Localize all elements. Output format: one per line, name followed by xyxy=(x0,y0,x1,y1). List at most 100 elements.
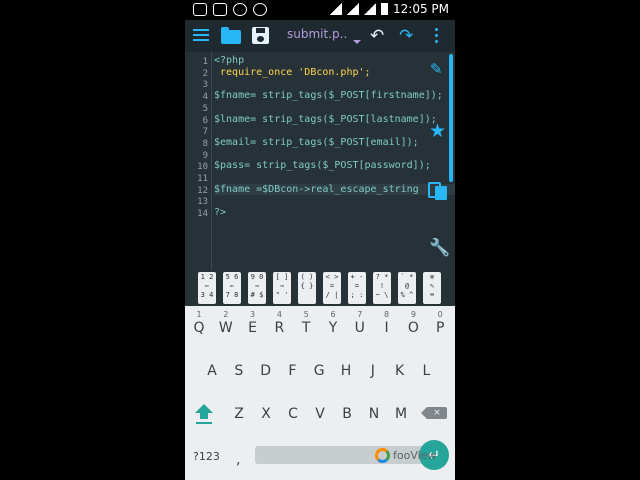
code-line[interactable]: ?> xyxy=(214,207,226,218)
symbol-key[interactable]: 5 6 ⇐ 7 8 xyxy=(223,272,241,304)
code-line[interactable]: <?php xyxy=(214,55,244,66)
key-h[interactable]: h xyxy=(333,351,359,381)
code-line[interactable]: $fname =$DBcon->real_escape_string xyxy=(214,183,455,195)
code-line[interactable]: $email= strip_tags($_POST[email]); xyxy=(214,137,419,148)
key-label: i xyxy=(384,320,389,336)
key-label: v xyxy=(315,406,325,422)
key-label: h xyxy=(340,363,352,379)
key-label: u xyxy=(354,320,365,336)
key-b[interactable]: b xyxy=(334,394,360,424)
file-dropdown-icon[interactable] xyxy=(353,40,361,44)
symbol-key[interactable]: + - = ; : xyxy=(348,272,366,304)
code-area[interactable]: <?php require_once 'DBcon.php'; $fname= s… xyxy=(214,52,455,270)
line-number: 11 xyxy=(197,174,208,184)
save-icon[interactable] xyxy=(252,26,270,46)
key-hint: 9 xyxy=(410,310,416,319)
key-label: a xyxy=(207,363,217,379)
key-c[interactable]: c xyxy=(280,394,306,424)
code-line[interactable]: $lname= strip_tags($_POST[lastname]); xyxy=(214,114,437,125)
symbol-key[interactable]: 9 0 ⇒ # $ xyxy=(248,272,266,304)
backspace-key[interactable]: × xyxy=(421,407,447,419)
chat-notification-icon xyxy=(193,3,207,16)
magic-wand-icon[interactable]: ✎ xyxy=(430,60,443,78)
symbol-key[interactable]: ⊗ ✎ ⌨ xyxy=(423,272,441,304)
key-w[interactable]: 2w xyxy=(213,308,239,338)
key-label: t xyxy=(301,320,311,336)
wrench-icon[interactable]: 🔧 xyxy=(429,238,450,258)
code-editor[interactable]: 1 2 3 4 5 6 7 8 9 10 11 12 13 14 <?php require_once '… xyxy=(185,52,455,270)
sync-notification-icon xyxy=(233,3,247,16)
key-d[interactable]: d xyxy=(253,351,279,381)
code-line[interactable]: $pass= strip_tags($_POST[password]); xyxy=(214,160,431,171)
key-z[interactable]: z xyxy=(226,394,252,424)
key-t[interactable]: 5t xyxy=(293,308,319,338)
menu-icon[interactable] xyxy=(193,26,209,46)
key-label: r xyxy=(274,320,285,336)
key-k[interactable]: k xyxy=(387,351,413,381)
line-number: 5 xyxy=(202,103,208,114)
line-number: 8 xyxy=(202,138,208,149)
key-v[interactable]: v xyxy=(307,394,333,424)
line-number: 7 xyxy=(202,127,208,138)
key-hint: 3 xyxy=(250,310,256,319)
key-q[interactable]: 1q xyxy=(186,308,212,338)
key-hint: 4 xyxy=(276,310,282,319)
key-hint: 7 xyxy=(357,310,363,319)
symbol-key-bar: 1 2 ⇐ 3 4 5 6 ⇐ 7 8 9 0 ⇒ # $ [ ] ⇒ " ' ( ) … xyxy=(185,270,455,306)
key-s[interactable]: s xyxy=(226,351,252,381)
key-u[interactable]: 7u xyxy=(347,308,373,338)
undo-icon[interactable]: ↶ xyxy=(370,26,384,46)
key-x[interactable]: x xyxy=(253,394,279,424)
key-label: p xyxy=(435,320,445,336)
line-number: 13 xyxy=(197,197,208,208)
code-line[interactable]: require_once 'DBcon.php'; xyxy=(214,67,371,78)
key-p[interactable]: 0p xyxy=(427,308,453,338)
key-o[interactable]: 9o xyxy=(400,308,426,338)
key-y[interactable]: 6y xyxy=(320,308,346,338)
signal-icon-2 xyxy=(364,3,376,15)
key-f[interactable]: f xyxy=(279,351,305,381)
key-label: c xyxy=(288,406,298,422)
key-m[interactable]: m xyxy=(388,394,414,424)
symbol-key[interactable]: ? * ! ~ \ xyxy=(373,272,391,304)
redo-icon[interactable]: ↷ xyxy=(399,26,413,46)
line-number: 12 xyxy=(197,185,208,196)
symbol-key[interactable]: < > = / | xyxy=(323,272,341,304)
key-n[interactable]: n xyxy=(361,394,387,424)
symbol-key[interactable]: ` * @ % ^ xyxy=(398,272,416,304)
symbol-key[interactable]: [ ] ⇒ " ' xyxy=(273,272,291,304)
key-hint: 2 xyxy=(223,310,229,319)
line-number: 1 xyxy=(202,57,208,67)
key-label: q xyxy=(193,320,205,336)
shift-icon xyxy=(195,404,213,413)
editor-toolbar: submit.p.. ↶ ↷ xyxy=(185,20,455,52)
paste-icon[interactable] xyxy=(428,180,448,200)
key-label: f xyxy=(288,363,297,379)
symbols-key[interactable]: ?123 xyxy=(193,450,220,463)
symbol-key[interactable]: ( ) { } xyxy=(298,272,316,304)
clock: 12:05 PM xyxy=(393,2,449,16)
key-l[interactable]: l xyxy=(413,351,439,381)
phone-screen: 12:05 PM submit.p.. ↶ ↷ 1 2 3 4 5 6 7 8 9 10 11 12 1… xyxy=(185,0,455,480)
code-line[interactable]: $fname= strip_tags($_POST[firstname]); xyxy=(214,90,443,101)
symbol-key[interactable]: 1 2 ⇐ 3 4 xyxy=(198,272,216,304)
key-r[interactable]: 4r xyxy=(266,308,292,338)
star-icon[interactable]: ★ xyxy=(429,120,446,142)
more-options-icon[interactable] xyxy=(435,28,439,46)
folder-icon[interactable] xyxy=(221,26,241,46)
key-hint: 1 xyxy=(196,310,202,319)
line-number-gutter: 1 2 3 4 5 6 7 8 9 10 11 12 13 14 xyxy=(185,52,212,270)
comma-key[interactable]: , xyxy=(236,452,240,468)
shift-key[interactable] xyxy=(193,404,215,426)
fooview-logo-icon xyxy=(375,448,390,463)
key-a[interactable]: a xyxy=(199,351,225,381)
key-j[interactable]: j xyxy=(360,351,386,381)
key-e[interactable]: 3e xyxy=(240,308,266,338)
file-tab-title[interactable]: submit.p.. xyxy=(287,27,347,41)
message-notification-icon xyxy=(253,3,267,16)
key-label: l xyxy=(422,363,431,379)
editor-scrollbar[interactable] xyxy=(449,54,453,182)
battery-icon xyxy=(381,3,388,15)
key-g[interactable]: g xyxy=(306,351,332,381)
key-i[interactable]: 8i xyxy=(374,308,400,338)
